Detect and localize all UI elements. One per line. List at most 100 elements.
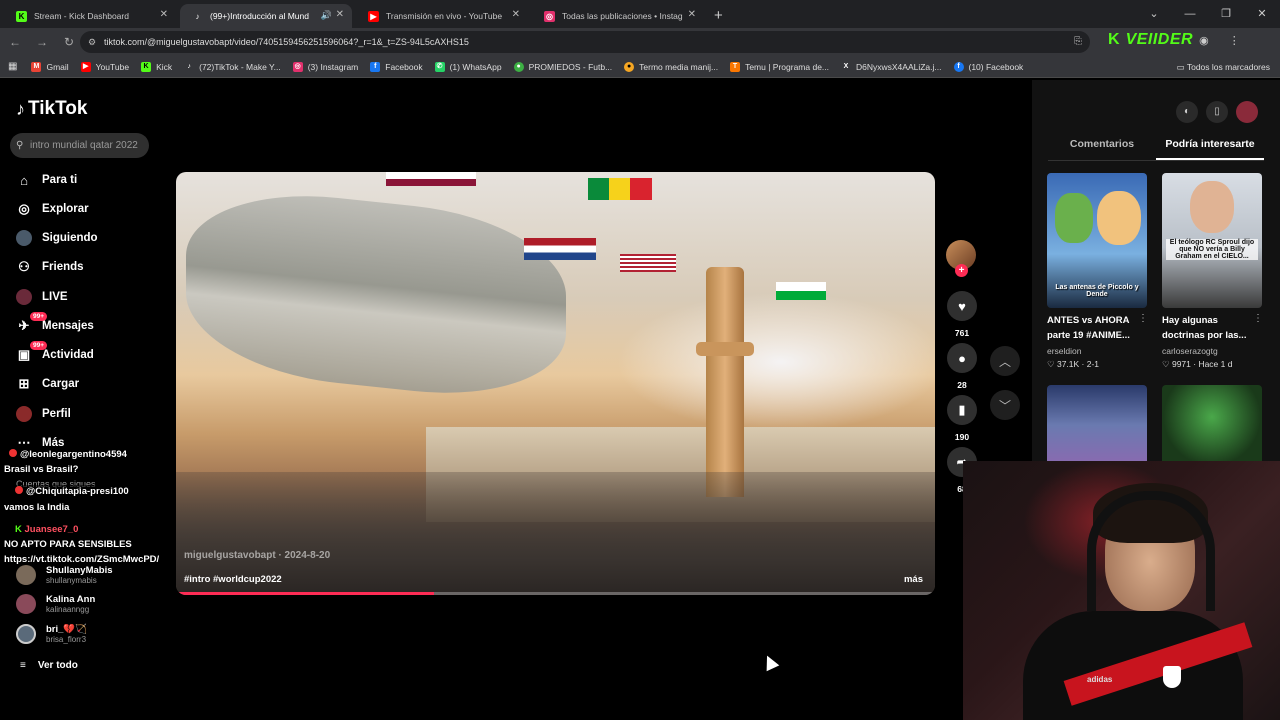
jersey-brand: adidas — [1087, 675, 1113, 684]
browser-tab-tiktok[interactable]: ♪ (99+)Introducción al Mund 🔊 ✕ — [180, 4, 352, 28]
nav-friends[interactable]: ⚇ Friends — [16, 257, 83, 277]
youtube-icon: ▶ — [368, 11, 379, 22]
bookmark-gmail[interactable]: M Gmail — [31, 61, 69, 72]
tab-podria-interesarte[interactable]: Podría interesarte — [1156, 135, 1264, 160]
profile-icon[interactable]: ◉ — [1199, 34, 1209, 47]
video-player[interactable]: miguelgustavobapt · 2024-8-20 #intro #wo… — [176, 172, 935, 595]
maximize-icon[interactable]: ❐ — [1208, 0, 1244, 28]
next-video-button[interactable]: ﹀ — [990, 390, 1020, 420]
video-author[interactable]: erseldion — [1047, 346, 1082, 356]
ver-todo-link[interactable]: ≡ Ver todo — [20, 660, 78, 671]
tab-search-icon[interactable]: ⌄ — [1136, 0, 1172, 28]
nav-explorar[interactable]: ◎ Explorar — [16, 199, 88, 219]
gmail-icon: M — [31, 61, 42, 72]
bookmark-facebook[interactable]: f Facebook — [370, 61, 423, 72]
close-icon[interactable]: ✕ — [688, 9, 696, 20]
more-options-icon[interactable]: ⋮ — [1138, 313, 1148, 324]
messages-badge: 99+ — [30, 312, 48, 321]
video-thumbnail[interactable] — [1162, 385, 1262, 465]
bookmark-tiktok[interactable]: ♪ (72)TikTok - Make Y... — [184, 62, 280, 72]
bookmark-temu[interactable]: T Temu | Programa de... — [730, 61, 829, 72]
video-author[interactable]: carloserazogtg — [1162, 346, 1218, 356]
live-icon — [16, 289, 32, 305]
nav-siguiendo[interactable]: Siguiendo — [16, 228, 98, 248]
user-avatar[interactable] — [1236, 101, 1258, 123]
close-icon[interactable]: ✕ — [336, 9, 344, 20]
forward-icon[interactable]: → — [30, 35, 54, 49]
reload-icon[interactable]: ↻ — [57, 35, 81, 49]
following-item[interactable]: Kalina Ann kalinaanngg — [16, 594, 95, 614]
follow-plus-icon[interactable]: + — [955, 264, 968, 277]
bookmark-mercadolibre[interactable]: ● Termo media manij... — [624, 61, 718, 72]
back-icon[interactable]: ← — [3, 35, 27, 49]
apps-grid-icon[interactable]: ▦ — [8, 61, 17, 72]
menu-dots-icon[interactable]: ⋮ — [1229, 34, 1240, 47]
nav-para-ti[interactable]: ⌂ Para ti — [16, 170, 77, 190]
more-link[interactable]: más — [904, 574, 923, 585]
video-stats: ♡ 9971 · Hace 1 d — [1162, 359, 1233, 369]
browser-tab-instagram[interactable]: ◎ Todas las publicaciones • Instag ✕ — [532, 4, 704, 28]
video-title[interactable]: ANTES vs AHORA parte 19 #ANIME... — [1047, 313, 1139, 343]
bookmark-youtube[interactable]: ▶ YouTube — [80, 61, 129, 72]
bookmark-x[interactable]: X D6NyxwsX4AALiZa.j... — [841, 62, 942, 72]
new-tab-button[interactable]: + — [714, 7, 723, 24]
all-bookmarks[interactable]: ▭ Todos los marcadores — [1177, 56, 1270, 78]
nav-mensajes[interactable]: ✈ 99+ Mensajes — [16, 312, 94, 336]
video-thumbnail[interactable]: El teólogo RC Sproul dijo que NO vería a… — [1162, 173, 1262, 308]
bookmark-kick[interactable]: K Kick — [141, 61, 172, 72]
video-thumbnail[interactable]: Las antenas de Piccolo y Dende — [1047, 173, 1147, 308]
nav-actividad[interactable]: ▣ 99+ Actividad — [16, 341, 94, 365]
upload-icon: ⊞ — [18, 376, 30, 391]
tiktok-logo[interactable]: ♪ TikTok — [16, 98, 87, 120]
install-app-icon[interactable]: ⎘ — [1074, 31, 1082, 53]
nav-label: Para ti — [42, 174, 78, 186]
search-input[interactable]: ⚲ intro mundial qatar 2022 — [10, 133, 149, 158]
close-window-icon[interactable]: ✕ — [1244, 0, 1280, 28]
more-options-icon[interactable]: ⋮ — [1253, 313, 1263, 324]
kick-extension-icon[interactable]: K — [1108, 31, 1120, 49]
previous-video-button[interactable]: ︿ — [990, 346, 1020, 376]
video-stats: ♡ 37.1K · 2-1 — [1047, 359, 1100, 369]
like-button[interactable]: ♥ 761 — [947, 291, 977, 338]
following-user: shullanymabis — [46, 576, 97, 585]
site-info-icon[interactable]: ⚙ — [88, 31, 96, 53]
video-thumbnail[interactable] — [1047, 385, 1147, 465]
nav-live[interactable]: LIVE — [16, 287, 68, 307]
coin-icon[interactable]: ◐ — [1176, 101, 1198, 123]
bookmark-promiedos[interactable]: ● PROMIEDOS - Futb... — [513, 61, 612, 72]
phone-icon[interactable]: ▯ — [1206, 101, 1228, 123]
nav-perfil[interactable]: Perfil — [16, 404, 71, 424]
smoke-cloud-image — [616, 292, 935, 432]
video-hashtags[interactable]: #intro #worldcup2022 — [184, 574, 282, 585]
bookmark-facebook-2[interactable]: f (10) Facebook — [953, 61, 1024, 72]
youtube-icon: ▶ — [80, 61, 91, 72]
messages-icon: ✈ 99+ — [16, 312, 48, 334]
nav-cargar[interactable]: ⊞ Cargar — [16, 374, 80, 394]
browser-tab-youtube[interactable]: ▶ Transmisión en vivo - YouTube ✕ — [356, 4, 528, 28]
following-item[interactable]: bri_💔🏹 brisa_florr3 — [16, 624, 87, 644]
video-author[interactable]: miguelgustavobapt · 2024-8-20 — [184, 550, 330, 561]
comment-button[interactable]: ● 28 — [947, 343, 977, 390]
bookmark-label: (10) Facebook — [968, 61, 1024, 72]
youtube-chat-icon — [9, 449, 17, 457]
chat-user: @leonlegargentino4594 — [6, 448, 130, 461]
folder-icon: ▭ — [1176, 62, 1187, 72]
tab-comentarios[interactable]: Comentarios — [1048, 135, 1156, 160]
bookmark-instagram[interactable]: ◎ (3) Instagram — [292, 61, 358, 72]
veiider-extension[interactable]: VEIIDER — [1126, 31, 1194, 49]
bookmark-label: (1) WhatsApp — [449, 61, 502, 72]
following-item[interactable]: ShullanyMabis shullanymabis — [16, 565, 113, 585]
save-button[interactable]: ▮ 190 — [947, 395, 977, 442]
avatar — [16, 624, 36, 644]
bookmark-whatsapp[interactable]: ✆ (1) WhatsApp — [434, 61, 502, 72]
video-title[interactable]: Hay algunas doctrinas por las... — [1162, 313, 1254, 343]
speaker-icon[interactable]: 🔊 — [321, 10, 332, 21]
close-icon[interactable]: ✕ — [160, 9, 168, 20]
browser-tab-kick[interactable]: K Stream - Kick Dashboard ✕ — [4, 4, 176, 28]
tiktok-icon: ♪ — [187, 62, 191, 70]
club-crest — [1163, 666, 1181, 688]
address-bar[interactable]: ⚙ tiktok.com/@miguelgustavobapt/video/74… — [80, 31, 1090, 53]
close-icon[interactable]: ✕ — [512, 9, 520, 20]
video-progress-bar[interactable] — [176, 592, 935, 595]
minimize-icon[interactable]: — — [1172, 0, 1208, 28]
